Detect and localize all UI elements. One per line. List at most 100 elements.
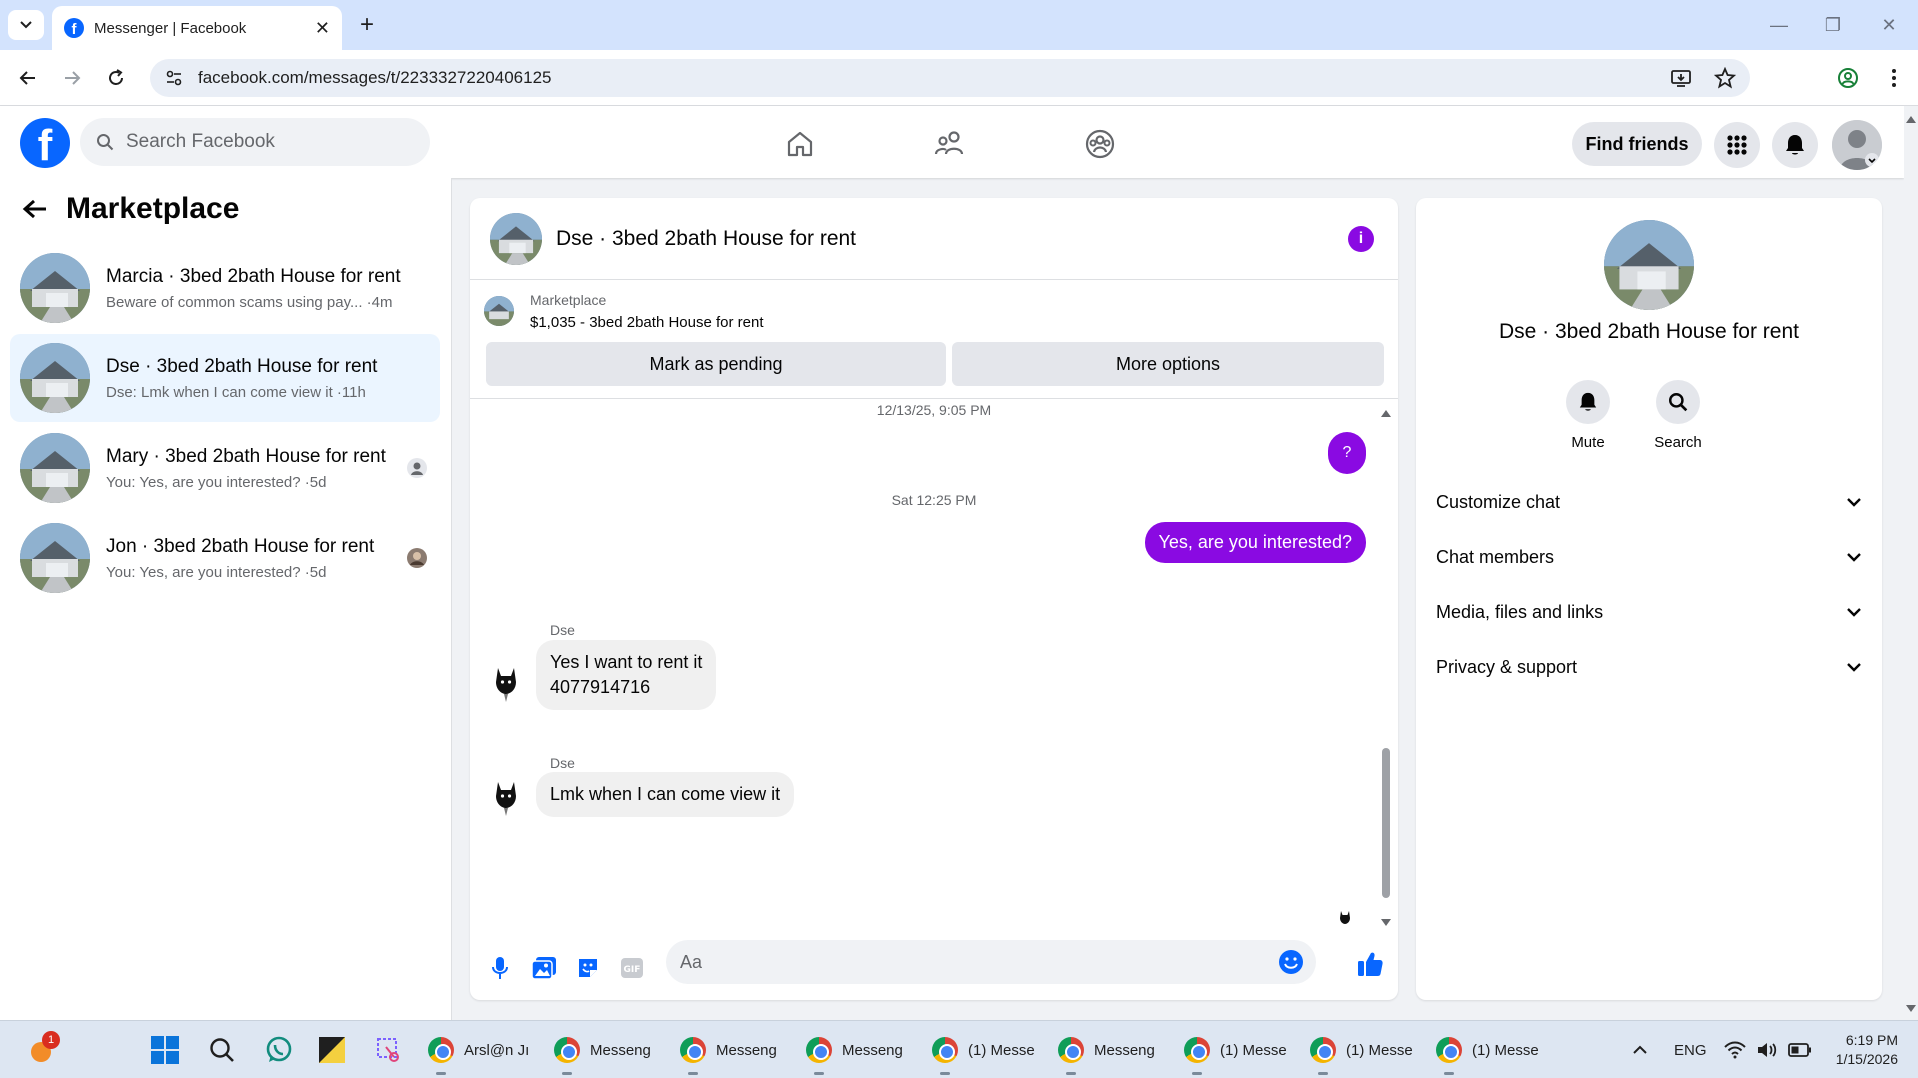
- listing-thumbnail: [484, 296, 514, 326]
- emoji-icon[interactable]: [1278, 949, 1304, 975]
- taskbar-chrome-window-9[interactable]: (1) Messe: [1436, 1029, 1539, 1075]
- tab-close-icon[interactable]: ✕: [315, 18, 330, 39]
- scroll-down-icon[interactable]: [1904, 1004, 1918, 1014]
- find-friends-button[interactable]: Find friends: [1572, 122, 1702, 166]
- house-thumbnail[interactable]: [490, 212, 542, 265]
- sender-name: Dse: [550, 755, 575, 771]
- bookmark-star-icon[interactable]: [1714, 67, 1736, 89]
- gif-button[interactable]: GIF: [618, 954, 646, 982]
- sender-avatar[interactable]: [492, 662, 520, 702]
- taskbar-chrome-window-1[interactable]: Arsl@n Jı: [428, 1029, 529, 1075]
- facebook-logo[interactable]: f: [20, 118, 70, 168]
- search-in-conversation-action[interactable]: Search: [1638, 380, 1718, 451]
- voice-clip-button[interactable]: [486, 954, 514, 982]
- taskbar-chrome-window-4[interactable]: Messeng: [806, 1029, 903, 1075]
- divider: [470, 398, 1398, 399]
- notifications-button[interactable]: [1772, 122, 1818, 168]
- start-button[interactable]: [150, 1029, 180, 1071]
- scroll-up-icon[interactable]: [1380, 408, 1392, 418]
- new-tab-button[interactable]: +: [352, 10, 382, 40]
- conversation-name: Jon · 3bed 2bath House for rent: [106, 535, 375, 557]
- chat-title[interactable]: Dse · 3bed 2bath House for rent: [556, 227, 856, 251]
- incoming-message[interactable]: Yes I want to rent it 4077914716: [536, 640, 717, 711]
- outgoing-message[interactable]: ?: [1328, 432, 1366, 474]
- photo-icon: [531, 957, 556, 980]
- whatsapp-icon: [266, 1036, 292, 1062]
- profile-button[interactable]: [1832, 62, 1864, 94]
- scroll-down-icon[interactable]: [1380, 918, 1392, 928]
- message-input-field[interactable]: [666, 940, 1316, 984]
- taskbar-chrome-window-7[interactable]: (1) Messe: [1184, 1029, 1287, 1075]
- tab-search-dropdown[interactable]: [8, 10, 44, 40]
- account-avatar-button[interactable]: [1832, 120, 1882, 170]
- marketplace-listing-row[interactable]: Marketplace $1,035 - 3bed 2bath House fo…: [484, 292, 764, 331]
- forward-button[interactable]: [56, 62, 88, 94]
- clock[interactable]: 6:19 PM 1/15/2026: [1828, 1021, 1898, 1078]
- conversation-item-jon[interactable]: Jon · 3bed 2bath House for rent You: Yes…: [10, 514, 440, 602]
- outgoing-message[interactable]: Yes, are you interested?: [1144, 522, 1366, 563]
- language-indicator[interactable]: ENG: [1674, 1021, 1707, 1078]
- message-input[interactable]: [680, 951, 1240, 973]
- snipping-tool-app[interactable]: [374, 1029, 404, 1071]
- groups-nav-button[interactable]: [1080, 124, 1120, 164]
- sticky-notes-app[interactable]: [318, 1029, 346, 1071]
- show-hidden-icons-button[interactable]: [1632, 1021, 1648, 1078]
- message-thread[interactable]: 12/13/25, 9:05 PM ? Sat 12:25 PM Yes, ar…: [470, 400, 1398, 928]
- mark-as-pending-button[interactable]: Mark as pending: [486, 342, 946, 386]
- svg-text:GIF: GIF: [624, 965, 641, 975]
- more-options-button[interactable]: More options: [952, 342, 1384, 386]
- customize-chat-section[interactable]: Customize chat: [1436, 482, 1862, 522]
- sticker-button[interactable]: [574, 954, 602, 982]
- page-scrollbar[interactable]: [1904, 106, 1918, 1020]
- sender-avatar[interactable]: [492, 776, 520, 816]
- reload-button[interactable]: [100, 62, 132, 94]
- restore-icon[interactable]: ❐: [1808, 8, 1858, 42]
- search-input[interactable]: [126, 131, 386, 153]
- privacy-support-section[interactable]: Privacy & support: [1436, 647, 1862, 687]
- incoming-message[interactable]: Lmk when I can come view it: [536, 772, 795, 818]
- taskbar-chrome-window-2[interactable]: Messeng: [554, 1029, 651, 1075]
- chrome-icon: [932, 1037, 958, 1063]
- house-thumbnail: [20, 343, 90, 413]
- back-button[interactable]: [12, 62, 44, 94]
- send-like-button[interactable]: [1356, 950, 1384, 983]
- chrome-icon: [554, 1037, 580, 1063]
- back-arrow-icon[interactable]: [22, 198, 48, 220]
- install-app-icon[interactable]: [1670, 67, 1692, 89]
- taskbar-chrome-window-5[interactable]: (1) Messe: [932, 1029, 1035, 1075]
- gif-icon: GIF: [621, 958, 643, 978]
- conversation-item-marcia[interactable]: Marcia · 3bed 2bath House for rent Bewar…: [10, 244, 440, 332]
- taskbar-chrome-window-8[interactable]: (1) Messe: [1310, 1029, 1413, 1075]
- url-text: facebook.com/messages/t/2233327220406125: [198, 68, 552, 87]
- attach-photo-button[interactable]: [530, 954, 558, 982]
- thread-scrollbar-thumb[interactable]: [1382, 748, 1390, 898]
- taskbar-chrome-window-6[interactable]: Messeng: [1058, 1029, 1155, 1075]
- whatsapp-app[interactable]: [264, 1029, 294, 1071]
- chat-members-section[interactable]: Chat members: [1436, 537, 1862, 577]
- conversation-item-dse[interactable]: Dse · 3bed 2bath House for rent Dse: Lmk…: [10, 334, 440, 422]
- taskbar-chrome-window-3[interactable]: Messeng: [680, 1029, 777, 1075]
- scroll-up-icon[interactable]: [1904, 114, 1918, 124]
- browser-tab-active[interactable]: f Messenger | Facebook ✕: [52, 6, 342, 50]
- window-label: Messeng: [590, 1041, 651, 1059]
- friends-icon: [934, 131, 964, 155]
- media-files-links-section[interactable]: Media, files and links: [1436, 592, 1862, 632]
- info-icon[interactable]: i: [1348, 226, 1374, 252]
- mute-action[interactable]: Mute: [1548, 380, 1628, 451]
- friends-nav-button[interactable]: [930, 124, 970, 164]
- conversation-preview: You: Yes, are you interested? ·5d: [106, 563, 327, 581]
- browser-menu-button[interactable]: [1878, 62, 1910, 94]
- facebook-search-box[interactable]: [80, 118, 430, 166]
- system-tray-icons[interactable]: [1724, 1021, 1812, 1078]
- site-settings-icon[interactable]: [164, 68, 184, 88]
- menu-button[interactable]: [1714, 122, 1760, 168]
- window-label: (1) Messe: [1472, 1041, 1539, 1059]
- omnibox[interactable]: facebook.com/messages/t/2233327220406125: [150, 59, 1750, 97]
- weather-widget[interactable]: 1: [26, 1029, 60, 1071]
- minimize-icon[interactable]: —: [1754, 8, 1804, 42]
- section-label: Media, files and links: [1436, 601, 1604, 622]
- conversation-item-mary[interactable]: Mary · 3bed 2bath House for rent You: Ye…: [10, 424, 440, 512]
- home-nav-button[interactable]: [780, 124, 820, 164]
- window-close-icon[interactable]: ✕: [1864, 8, 1914, 42]
- taskbar-search-button[interactable]: [208, 1029, 236, 1071]
